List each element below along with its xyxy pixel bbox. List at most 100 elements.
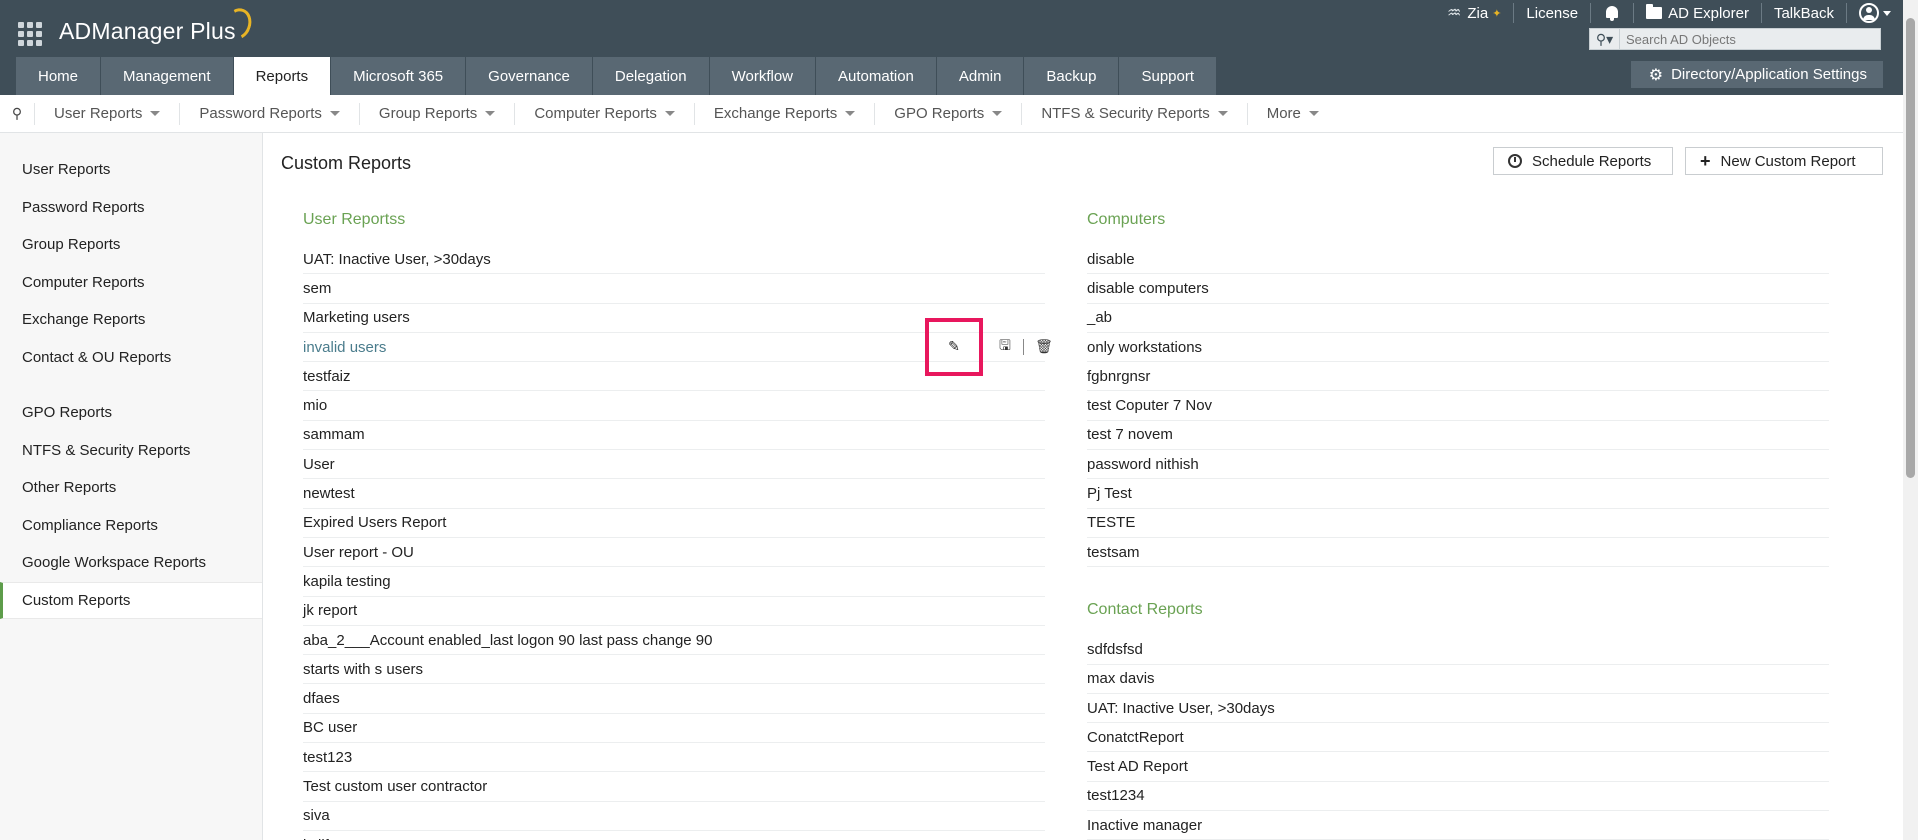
report-list-item[interactable]: disable: [1087, 245, 1829, 275]
report-name[interactable]: test Coputer 7 Nov: [1087, 397, 1212, 414]
search-icon[interactable]: ⚲▾: [1590, 29, 1620, 49]
directory-settings-button[interactable]: ⚙ Directory/Application Settings: [1630, 61, 1883, 88]
report-list-item[interactable]: mio: [303, 391, 1045, 421]
report-name[interactable]: UAT: Inactive User, >30days: [303, 251, 491, 268]
tab-workflow[interactable]: Workflow: [709, 57, 816, 95]
tab-governance[interactable]: Governance: [466, 57, 593, 95]
trash-icon[interactable]: 🗑: [1034, 337, 1054, 357]
subnav-group-reports[interactable]: Group Reports: [358, 102, 514, 125]
report-name[interactable]: mio: [303, 397, 327, 414]
report-name[interactable]: BC user: [303, 719, 357, 736]
tab-backup[interactable]: Backup: [1024, 57, 1120, 95]
tab-support[interactable]: Support: [1119, 57, 1218, 95]
tab-admin[interactable]: Admin: [936, 57, 1025, 95]
sidebar-item-password-reports[interactable]: Password Reports: [0, 189, 262, 227]
report-name[interactable]: User report - OU: [303, 544, 414, 561]
report-name[interactable]: sammam: [303, 426, 365, 443]
report-list-item[interactable]: _ab: [1087, 304, 1829, 333]
sidebar-item-google-workspace-reports[interactable]: Google Workspace Reports: [0, 544, 262, 582]
report-list-item[interactable]: kvjif: [303, 831, 1045, 840]
report-name[interactable]: password nithish: [1087, 456, 1199, 473]
report-list-item[interactable]: only workstations: [1087, 333, 1829, 363]
report-name[interactable]: test123: [303, 749, 352, 766]
report-name[interactable]: disable: [1087, 251, 1135, 268]
report-name[interactable]: max davis: [1087, 670, 1155, 687]
report-name[interactable]: kapila testing: [303, 573, 391, 590]
sidebar-item-gpo-reports[interactable]: GPO Reports: [0, 394, 262, 432]
sidebar-item-group-reports[interactable]: Group Reports: [0, 226, 262, 264]
tab-reports[interactable]: Reports: [233, 57, 332, 95]
report-list-item[interactable]: max davis: [1087, 665, 1829, 694]
report-list-item[interactable]: test Coputer 7 Nov: [1087, 391, 1829, 421]
report-list-item[interactable]: invalid users ✎ 🖫 🗑: [303, 317, 1053, 376]
license-link[interactable]: License: [1514, 3, 1592, 23]
apps-grid-icon[interactable]: [18, 22, 42, 46]
report-name[interactable]: sdfdsfsd: [1087, 641, 1143, 658]
report-name[interactable]: siva: [303, 807, 330, 824]
report-list-item[interactable]: password nithish: [1087, 450, 1829, 480]
tab-management[interactable]: Management: [101, 57, 234, 95]
report-list-item[interactable]: jk report: [303, 597, 1045, 626]
zia-button[interactable]: ♒ Zia ✦: [1435, 3, 1515, 23]
report-list-item[interactable]: kapila testing: [303, 567, 1045, 597]
report-name[interactable]: Expired Users Report: [303, 514, 446, 531]
sidebar-item-other-reports[interactable]: Other Reports: [0, 469, 262, 507]
report-name[interactable]: invalid users: [303, 339, 386, 356]
sidebar-item-compliance-reports[interactable]: Compliance Reports: [0, 507, 262, 545]
report-name[interactable]: fgbnrgnsr: [1087, 368, 1150, 385]
report-list-item[interactable]: Expired Users Report: [303, 509, 1045, 538]
sidebar-item-ntfs-security-reports[interactable]: NTFS & Security Reports: [0, 432, 262, 470]
report-name[interactable]: UAT: Inactive User, >30days: [1087, 700, 1275, 717]
subnav-ntfs-security-reports[interactable]: NTFS & Security Reports: [1021, 102, 1246, 125]
report-name[interactable]: test1234: [1087, 787, 1145, 804]
tab-microsoft-365[interactable]: Microsoft 365: [331, 57, 467, 95]
report-name[interactable]: Marketing users: [303, 309, 410, 326]
report-list-item[interactable]: Pj Test: [1087, 479, 1829, 509]
report-name[interactable]: Test custom user contractor: [303, 778, 487, 795]
report-name[interactable]: starts with s users: [303, 661, 423, 678]
report-name[interactable]: sem: [303, 280, 331, 297]
report-list-item[interactable]: dfaes: [303, 684, 1045, 714]
report-list-item[interactable]: test 7 novem: [1087, 421, 1829, 451]
scrollbar-thumb[interactable]: [1906, 18, 1915, 478]
app-logo[interactable]: ADManager Plus: [59, 18, 236, 45]
report-list-item[interactable]: UAT: Inactive User, >30days: [1087, 694, 1829, 724]
report-name[interactable]: dfaes: [303, 690, 340, 707]
sidebar-item-custom-reports[interactable]: Custom Reports: [0, 581, 262, 619]
subnav-password-reports[interactable]: Password Reports: [179, 102, 359, 125]
report-list-item[interactable]: User report - OU: [303, 538, 1045, 568]
report-name[interactable]: testsam: [1087, 544, 1140, 561]
ad-explorer-button[interactable]: AD Explorer: [1634, 3, 1762, 23]
page-scrollbar[interactable]: [1903, 0, 1918, 840]
report-name[interactable]: TESTE: [1087, 514, 1135, 531]
report-list-item[interactable]: User: [303, 450, 1045, 480]
subnav-search-icon[interactable]: ⚲: [0, 95, 34, 133]
report-list-item[interactable]: testfaiz: [303, 362, 1045, 392]
report-list-item[interactable]: ConatctReport: [1087, 723, 1829, 753]
report-list-item[interactable]: sem: [303, 274, 1045, 304]
report-list-item[interactable]: sdfdsfsd: [1087, 635, 1829, 665]
ad-search-input[interactable]: [1620, 31, 1875, 47]
report-list-item[interactable]: BC user: [303, 714, 1045, 744]
report-list-item[interactable]: siva: [303, 802, 1045, 831]
report-list-item[interactable]: test123: [303, 743, 1045, 773]
tab-automation[interactable]: Automation: [816, 57, 937, 95]
report-name[interactable]: jk report: [303, 602, 357, 619]
tab-delegation[interactable]: Delegation: [592, 57, 710, 95]
report-list-item[interactable]: disable computers: [1087, 274, 1829, 304]
talkback-link[interactable]: TalkBack: [1762, 3, 1847, 23]
report-list-item[interactable]: testsam: [1087, 538, 1829, 568]
report-list-item[interactable]: Test AD Report: [1087, 752, 1829, 782]
report-list-item[interactable]: UAT: Inactive User, >30days: [303, 245, 1045, 275]
report-list-item[interactable]: newtest: [303, 479, 1045, 509]
report-name[interactable]: Pj Test: [1087, 485, 1132, 502]
report-name[interactable]: testfaiz: [303, 368, 351, 385]
report-name[interactable]: disable computers: [1087, 280, 1209, 297]
tab-home[interactable]: Home: [16, 57, 102, 95]
sidebar-item-user-reports[interactable]: User Reports: [0, 151, 262, 189]
report-list-item[interactable]: Inactive manager: [1087, 811, 1829, 840]
subnav-more[interactable]: More: [1246, 102, 1338, 125]
subnav-computer-reports[interactable]: Computer Reports: [514, 102, 694, 125]
report-list-item[interactable]: Test custom user contractor: [303, 772, 1045, 802]
subnav-exchange-reports[interactable]: Exchange Reports: [693, 102, 874, 125]
